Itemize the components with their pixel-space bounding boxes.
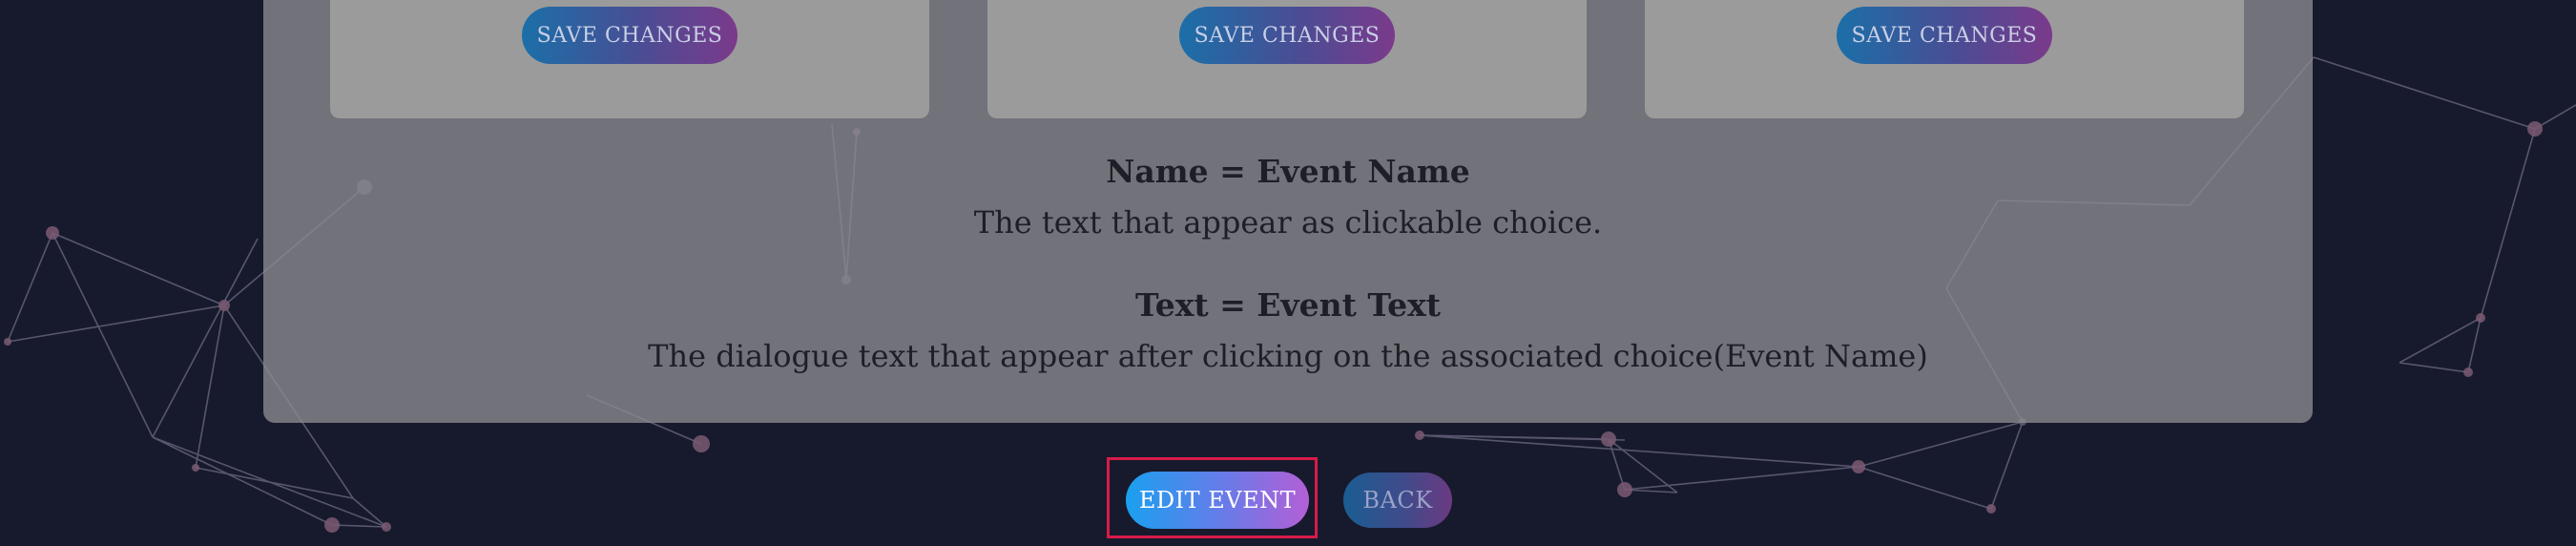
event-card: SAVE CHANGES	[987, 0, 1587, 118]
text-field-title: Text = Event Text	[1134, 286, 1442, 324]
back-button[interactable]: BACK	[1343, 472, 1452, 528]
name-field-title: Name = Event Name	[1106, 153, 1470, 190]
event-info-panel: SAVE CHANGES SAVE CHANGES SAVE CHANGES N…	[263, 0, 2313, 423]
edit-event-button[interactable]: EDIT EVENT	[1126, 472, 1309, 529]
edit-event-highlight: EDIT EVENT	[1107, 457, 1318, 538]
event-card: SAVE CHANGES	[330, 0, 929, 118]
save-changes-button[interactable]: SAVE CHANGES	[522, 7, 737, 64]
save-changes-button[interactable]: SAVE CHANGES	[1837, 7, 2052, 64]
name-field-description: The text that appear as clickable choice…	[973, 204, 1603, 241]
event-card: SAVE CHANGES	[1645, 0, 2244, 118]
text-field-description: The dialogue text that appear after clic…	[648, 338, 1928, 374]
save-changes-button[interactable]: SAVE CHANGES	[1179, 7, 1395, 64]
